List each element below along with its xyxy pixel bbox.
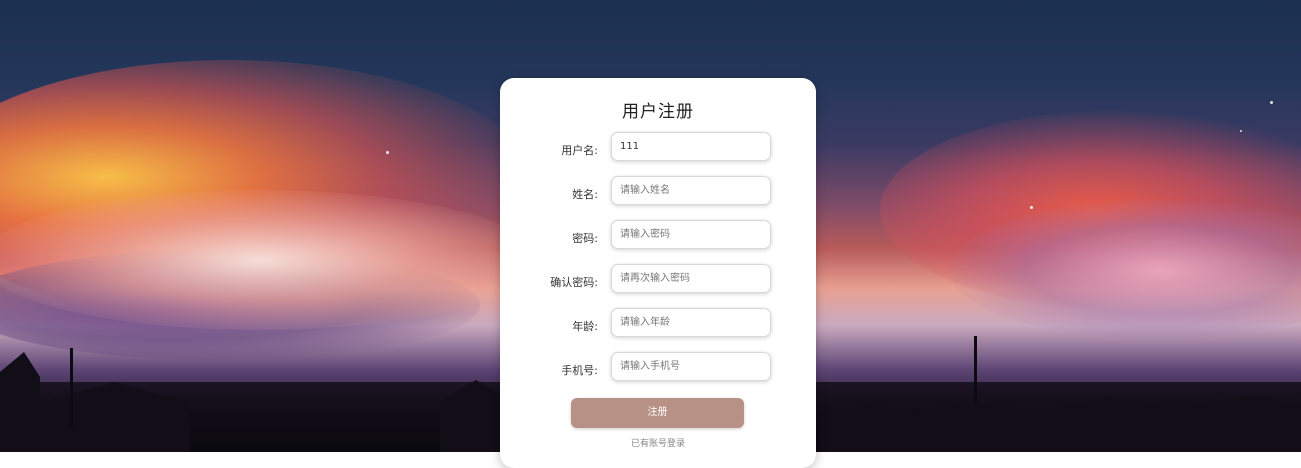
confirm-password-field[interactable] [611,264,771,293]
age-input[interactable] [620,309,762,336]
register-button[interactable]: 注册 [571,398,744,428]
bright-cloud-left [0,190,540,330]
utility-pole [70,348,73,428]
name-field[interactable] [611,176,771,205]
name-label: 姓名: [572,188,598,201]
username-input[interactable] [620,133,762,160]
password-field[interactable] [611,220,771,249]
phone-field[interactable] [611,352,771,381]
utility-pole [974,336,977,406]
login-link[interactable]: 已有账号登录 [500,436,816,449]
star [1270,101,1273,104]
star [1030,206,1033,209]
age-label: 年龄: [572,320,598,333]
password-label: 密码: [572,232,598,245]
form-title: 用户注册 [622,102,694,122]
password-input[interactable] [620,221,762,248]
age-field[interactable] [611,308,771,337]
star [386,151,389,154]
phone-input[interactable] [620,353,762,380]
phone-label: 手机号: [561,364,598,377]
name-input[interactable] [620,177,762,204]
username-label: 用户名: [561,144,598,157]
register-card: 用户注册 用户名: 姓名: 密码: 确认密码: 年龄: 手机号: 注册 已有账号… [500,78,816,468]
star [1240,130,1242,132]
confirm-password-input[interactable] [620,265,762,292]
confirm-password-label: 确认密码: [550,276,598,289]
house-silhouette [0,352,40,452]
username-field[interactable] [611,132,771,161]
